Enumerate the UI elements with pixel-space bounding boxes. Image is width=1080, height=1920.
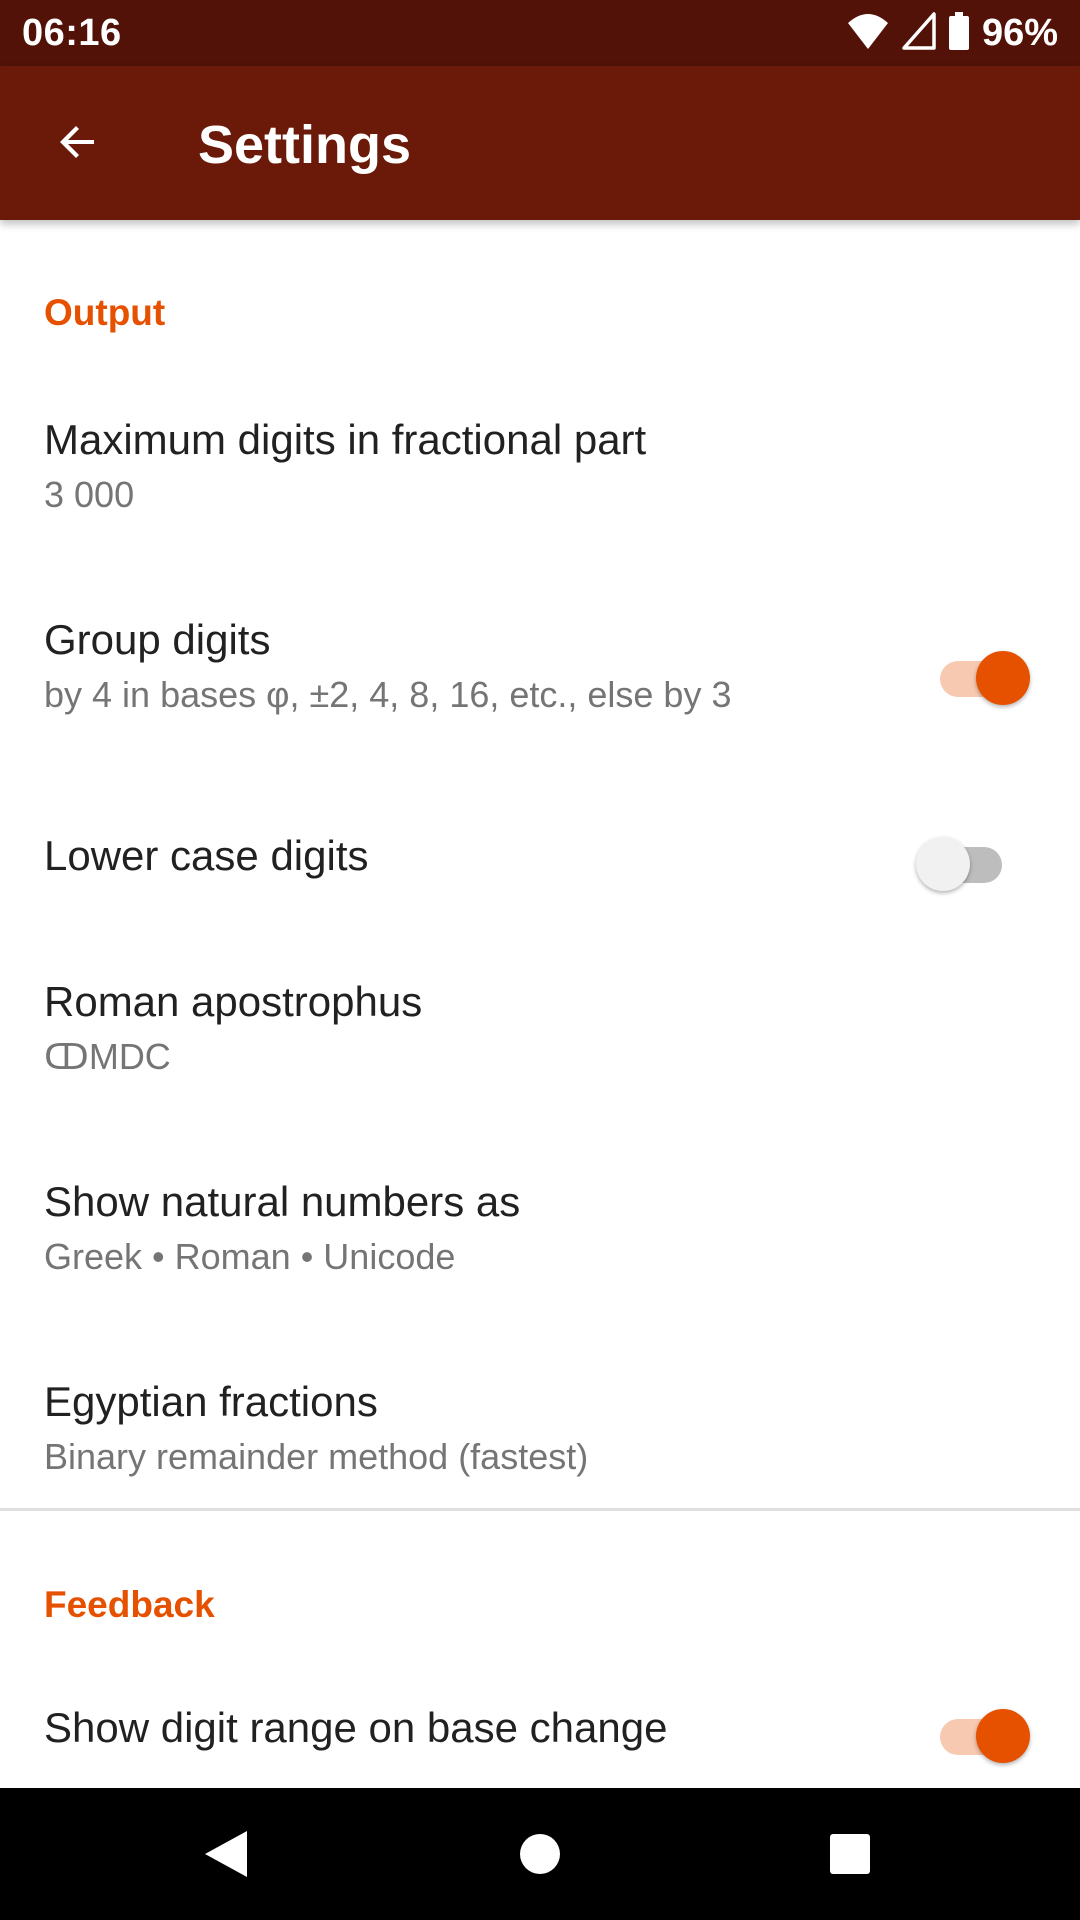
switch-thumb: [916, 837, 970, 891]
pref-title: Show digit range on base change: [44, 1704, 668, 1751]
nav-recents-icon: [830, 1834, 870, 1874]
pref-summary: by 4 in bases φ, ±2, 4, 8, 16, etc., els…: [44, 674, 732, 715]
pref-summary: Binary remainder method (fastest): [44, 1436, 589, 1477]
section-header-output: Output: [44, 292, 166, 333]
pref-title: Maximum digits in fractional part: [44, 416, 647, 463]
nav-home-icon: [520, 1834, 560, 1874]
pref-show-digit-range[interactable]: Show digit range on base change: [0, 1660, 1080, 1788]
back-button[interactable]: [36, 100, 120, 184]
pref-max-digits[interactable]: Maximum digits in fractional part 3 000: [0, 388, 1080, 566]
pref-summary: ↀMDC: [44, 1036, 171, 1077]
cell-signal-icon: [902, 11, 936, 55]
switch-thumb: [976, 651, 1030, 705]
settings-list[interactable]: Output Maximum digits in fractional part…: [0, 220, 1080, 1788]
battery-percent: 96%: [981, 11, 1058, 54]
pref-title: Egyptian fractions: [44, 1378, 378, 1425]
digit-range-switch[interactable]: [936, 1700, 1030, 1763]
pref-lower-case-digits[interactable]: Lower case digits: [0, 786, 1080, 936]
pref-group-digits[interactable]: Group digits by 4 in bases φ, ±2, 4, 8, …: [0, 586, 1080, 776]
pref-roman-apostrophus[interactable]: Roman apostrophus ↀMDC: [0, 946, 1080, 1136]
pref-title: Group digits: [44, 616, 271, 663]
nav-back-icon: [205, 1831, 247, 1877]
nav-recents-button[interactable]: [810, 1814, 890, 1894]
nav-home-button[interactable]: [500, 1814, 580, 1894]
nav-back-button[interactable]: [186, 1814, 266, 1894]
pref-title: Show natural numbers as: [44, 1178, 521, 1225]
arrow-back-icon: [60, 126, 94, 158]
system-nav-bar: [0, 1788, 1080, 1920]
app-bar: Settings: [0, 66, 1080, 220]
group-digits-switch[interactable]: [936, 642, 1030, 705]
pref-summary: Greek • Roman • Unicode: [44, 1236, 456, 1277]
switch-thumb: [976, 1709, 1030, 1763]
pref-title: Lower case digits: [44, 832, 369, 879]
page-title: Settings: [198, 115, 412, 175]
pref-title: Roman apostrophus: [44, 978, 423, 1025]
section-divider: [0, 1508, 1080, 1511]
pref-natural-numbers[interactable]: Show natural numbers as Greek • Roman • …: [0, 1146, 1080, 1336]
pref-egyptian-fractions[interactable]: Egyptian fractions Binary remainder meth…: [0, 1346, 1080, 1506]
lower-case-switch[interactable]: [916, 828, 1006, 891]
section-header-feedback: Feedback: [44, 1584, 215, 1625]
wifi-icon: [846, 11, 890, 56]
status-bar: 06:16 96%: [0, 0, 1080, 66]
battery-icon: [948, 11, 970, 55]
status-time: 06:16: [22, 12, 122, 54]
pref-summary: 3 000: [44, 474, 135, 515]
status-icons: 96%: [846, 11, 1058, 56]
